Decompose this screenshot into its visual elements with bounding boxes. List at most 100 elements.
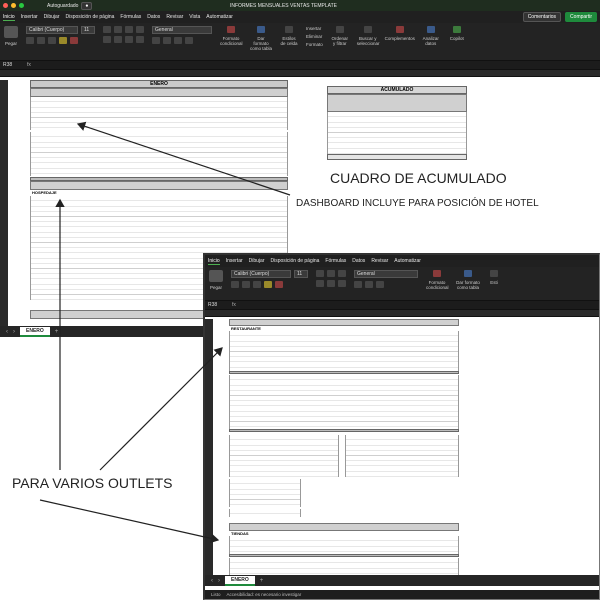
tab-disposicion[interactable]: Disposición de página <box>65 14 114 20</box>
tab-formulas-2[interactable]: Fórmulas <box>325 258 346 264</box>
tab-dibujar-2[interactable]: Dibujar <box>249 258 265 264</box>
sheet-tab-enero[interactable]: ENERO <box>20 326 50 337</box>
paste-icon-2[interactable] <box>209 270 223 282</box>
name-box[interactable]: R38 <box>3 62 23 68</box>
align-left-icon[interactable] <box>103 36 111 43</box>
italic-icon-2[interactable] <box>242 281 250 288</box>
sheet-tab-enero-2[interactable]: ENERO <box>225 575 255 586</box>
bold-icon[interactable] <box>26 37 34 44</box>
font-size-select[interactable]: 11 <box>81 26 95 34</box>
align-center-icon-2[interactable] <box>327 280 335 287</box>
prev-sheet-icon[interactable]: ‹ <box>6 329 8 335</box>
tab-revisar-2[interactable]: Revisar <box>371 258 388 264</box>
align-middle-icon-2[interactable] <box>327 270 335 277</box>
comma-icon-2[interactable] <box>376 281 384 288</box>
tab-datos[interactable]: Datos <box>147 14 160 20</box>
font-name-select-2[interactable]: Calibri (Cuerpo) <box>231 270 291 278</box>
zoom-window-button[interactable] <box>19 3 24 8</box>
number-format-select[interactable]: General <box>152 26 212 34</box>
number-format-select-2[interactable]: General <box>354 270 418 278</box>
underline-icon[interactable] <box>48 37 56 44</box>
fx-icon-2[interactable]: fx <box>232 302 236 308</box>
comments-button[interactable]: Comentarios <box>522 12 562 22</box>
conditional-format-label[interactable]: Formato condicional <box>220 36 243 46</box>
addins-label[interactable]: Complementos <box>385 36 415 41</box>
tab-formulas[interactable]: Fórmulas <box>120 14 141 20</box>
format-as-table-label-2[interactable]: Dar formato como tabla <box>456 280 480 290</box>
accessibility-status[interactable]: Accesibilidad: es necesario investigar <box>227 592 302 597</box>
cell-styles-label[interactable]: Estilos de celda <box>280 36 298 46</box>
prev-sheet-icon-2[interactable]: ‹ <box>211 578 213 584</box>
tab-vista[interactable]: Vista <box>189 14 200 20</box>
fx-icon[interactable]: fx <box>27 62 31 68</box>
fill-color-icon-2[interactable] <box>264 281 272 288</box>
format-as-table-icon-2[interactable] <box>464 270 472 277</box>
tab-inicio[interactable]: Inicio <box>3 14 15 21</box>
autosave-toggle[interactable]: ● <box>81 1 93 10</box>
name-box-2[interactable]: R38 <box>208 302 228 308</box>
currency-icon[interactable] <box>152 37 160 44</box>
tab-revisar[interactable]: Revisar <box>166 14 183 20</box>
share-button[interactable]: Compartir <box>565 12 597 22</box>
next-sheet-icon-2[interactable]: › <box>218 578 220 584</box>
sort-filter-label[interactable]: Ordenar y filtrar <box>331 36 349 46</box>
tab-automatizar-2[interactable]: Automatizar <box>394 258 421 264</box>
comma-icon[interactable] <box>174 37 182 44</box>
font-color-icon-2[interactable] <box>275 281 283 288</box>
copilot-label[interactable]: Copilot <box>450 36 464 41</box>
format-as-table-label[interactable]: Dar formato como tabla <box>250 36 272 51</box>
tab-disposicion-2[interactable]: Disposición de página <box>270 258 319 264</box>
find-select-icon[interactable] <box>363 26 372 33</box>
tab-insertar-2[interactable]: Insertar <box>226 258 243 264</box>
fill-color-icon[interactable] <box>59 37 67 44</box>
wrap-text-icon-2[interactable] <box>338 270 346 277</box>
align-left-icon-2[interactable] <box>316 280 324 287</box>
format-as-table-icon[interactable] <box>257 26 265 33</box>
cell-styles-icon[interactable] <box>285 26 293 33</box>
find-select-label[interactable]: Buscar y seleccionar <box>357 36 380 46</box>
insert-button[interactable]: Insertar <box>306 26 323 31</box>
percent-icon-2[interactable] <box>365 281 373 288</box>
conditional-format-label-2[interactable]: Formato condicional <box>426 280 449 290</box>
tab-datos-2[interactable]: Datos <box>352 258 365 264</box>
next-sheet-icon[interactable]: › <box>13 329 15 335</box>
merge-icon-2[interactable] <box>338 280 346 287</box>
wrap-text-icon[interactable] <box>136 26 144 33</box>
add-sheet-button-2[interactable]: + <box>260 578 264 584</box>
delete-button[interactable]: Eliminar <box>306 34 323 39</box>
align-right-icon[interactable] <box>125 36 133 43</box>
add-sheet-button[interactable]: + <box>55 329 59 335</box>
font-color-icon[interactable] <box>70 37 78 44</box>
sort-filter-icon[interactable] <box>335 26 344 33</box>
close-window-button[interactable] <box>3 3 8 8</box>
paste-icon[interactable] <box>4 26 18 38</box>
cell-styles-icon-2[interactable] <box>490 270 498 277</box>
align-center-icon[interactable] <box>114 36 122 43</box>
underline-icon-2[interactable] <box>253 281 261 288</box>
align-middle-icon[interactable] <box>114 26 122 33</box>
italic-icon[interactable] <box>37 37 45 44</box>
analyze-data-label[interactable]: Analizar datos <box>421 36 441 46</box>
minimize-window-button[interactable] <box>11 3 16 8</box>
merge-icon[interactable] <box>136 36 144 43</box>
tab-inicio-2[interactable]: Inicio <box>208 258 220 265</box>
addins-icon[interactable] <box>395 26 404 33</box>
align-bottom-icon[interactable] <box>125 26 133 33</box>
currency-icon-2[interactable] <box>354 281 362 288</box>
tab-automatizar[interactable]: Automatizar <box>206 14 233 20</box>
bold-icon-2[interactable] <box>231 281 239 288</box>
conditional-format-icon-2[interactable] <box>433 270 441 277</box>
tab-dibujar[interactable]: Dibujar <box>44 14 60 20</box>
percent-icon[interactable] <box>163 37 171 44</box>
align-top-icon-2[interactable] <box>316 270 324 277</box>
analyze-data-icon[interactable] <box>426 26 435 33</box>
tab-insertar[interactable]: Insertar <box>21 14 38 20</box>
decimal-increase-icon[interactable] <box>185 37 193 44</box>
cell-styles-label-2[interactable]: Esti <box>490 280 498 285</box>
worksheet-grid-2[interactable]: RESTAURANTE TIENDAS <box>205 319 599 575</box>
copilot-icon[interactable] <box>452 26 461 33</box>
align-top-icon[interactable] <box>103 26 111 33</box>
conditional-format-icon[interactable] <box>227 26 235 33</box>
font-name-select[interactable]: Calibri (Cuerpo) <box>26 26 78 34</box>
font-size-select-2[interactable]: 11 <box>294 270 308 278</box>
